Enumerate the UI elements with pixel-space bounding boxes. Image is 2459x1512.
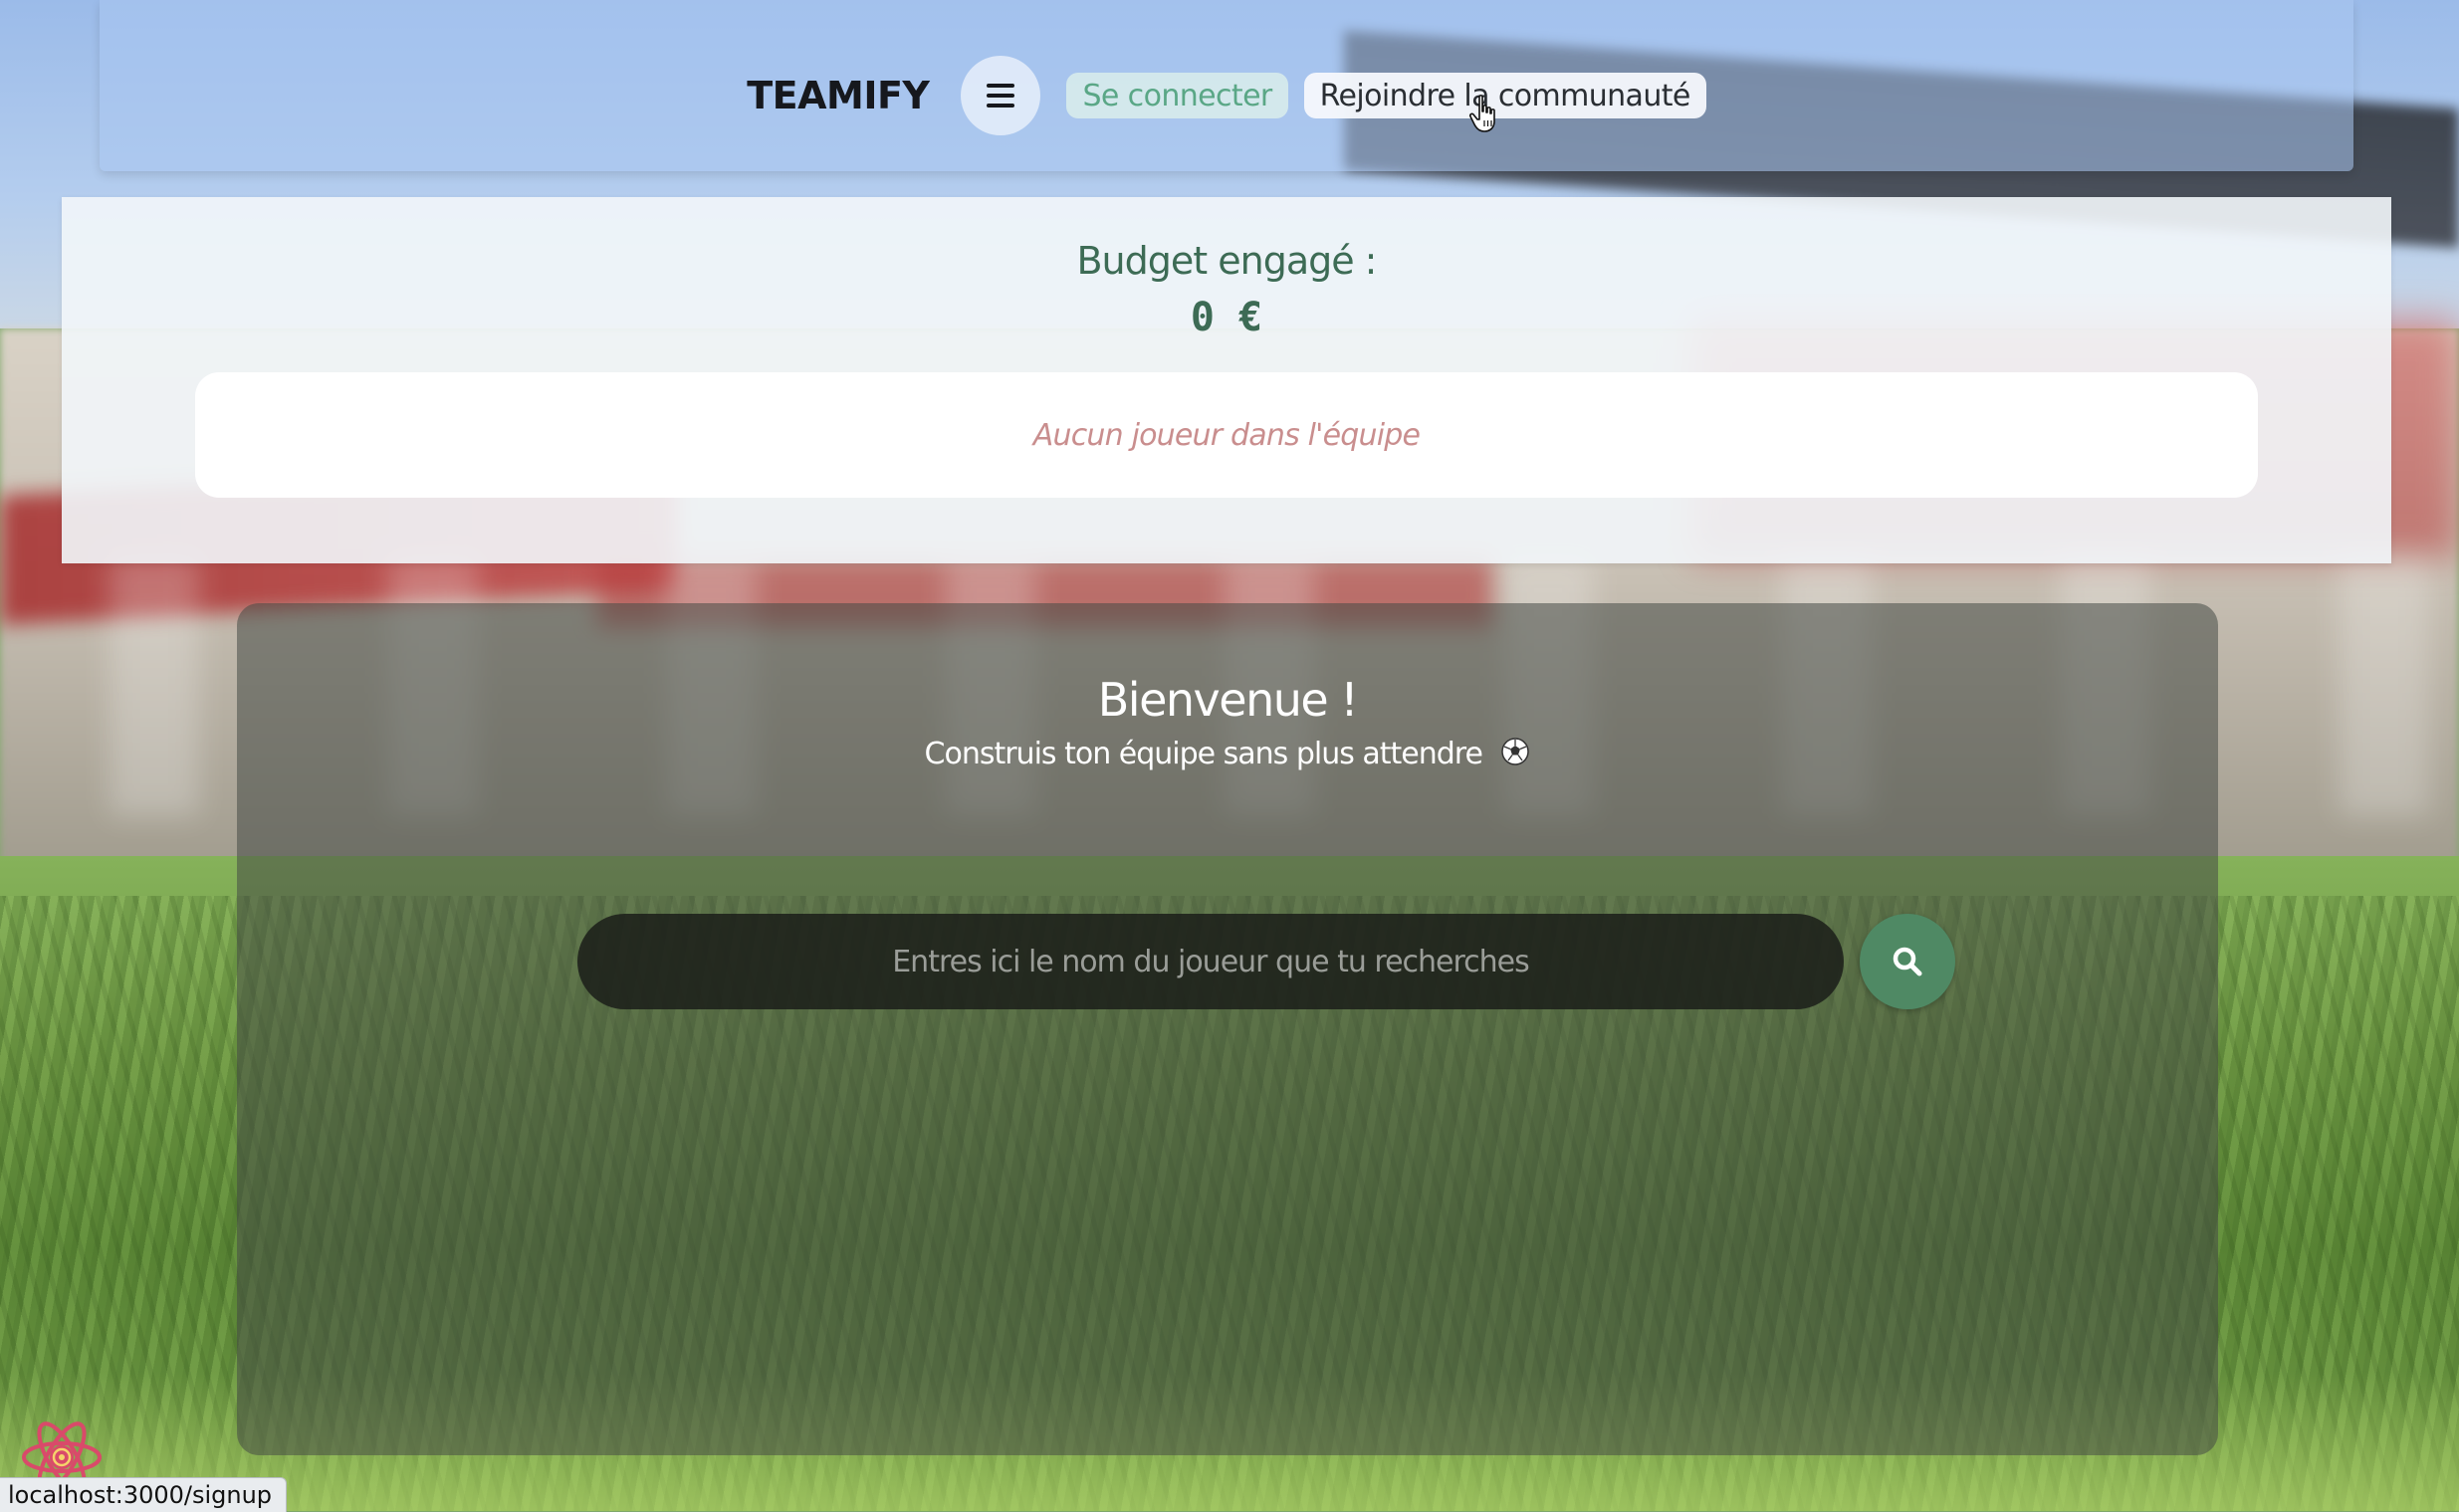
login-button[interactable]: Se connecter	[1066, 73, 1288, 118]
player-search-input[interactable]	[577, 914, 1844, 1009]
join-community-button[interactable]: Rejoindre la communauté	[1303, 73, 1706, 118]
brand-logo[interactable]: TEAMIFY	[747, 74, 930, 117]
status-url-text: localhost:3000/signup	[8, 1481, 273, 1509]
join-community-label: Rejoindre la communauté	[1319, 78, 1691, 113]
welcome-title: Bienvenue !	[1097, 673, 1359, 727]
budget-label: Budget engagé :	[1076, 239, 1377, 283]
navbar-content: TEAMIFY Se connecter Rejoindre la commun…	[100, 56, 2353, 135]
status-bar-url: localhost:3000/signup	[0, 1477, 288, 1512]
soccer-ball-icon	[1501, 738, 1530, 765]
top-navbar: TEAMIFY Se connecter Rejoindre la commun…	[100, 0, 2353, 171]
magnifier-icon	[1893, 947, 1922, 976]
budget-value: 0 €	[1190, 295, 1263, 340]
hamburger-menu-icon	[987, 84, 1015, 108]
welcome-subtitle-text: Construis ton équipe sans plus attendre	[924, 737, 1483, 771]
team-list: Aucun joueur dans l'équipe	[195, 372, 2258, 498]
search-button[interactable]	[1860, 914, 1955, 1009]
welcome-subtitle: Construis ton équipe sans plus attendre	[237, 737, 2218, 771]
menu-button[interactable]	[961, 56, 1041, 135]
budget-panel: Budget engagé : 0 € Aucun joueur dans l'…	[62, 197, 2391, 563]
login-button-label: Se connecter	[1082, 78, 1272, 113]
hand-pointer-icon	[1468, 95, 1495, 132]
empty-team-message: Aucun joueur dans l'équipe	[1032, 417, 1421, 453]
welcome-panel: Bienvenue ! Construis ton équipe sans pl…	[237, 603, 2218, 1455]
